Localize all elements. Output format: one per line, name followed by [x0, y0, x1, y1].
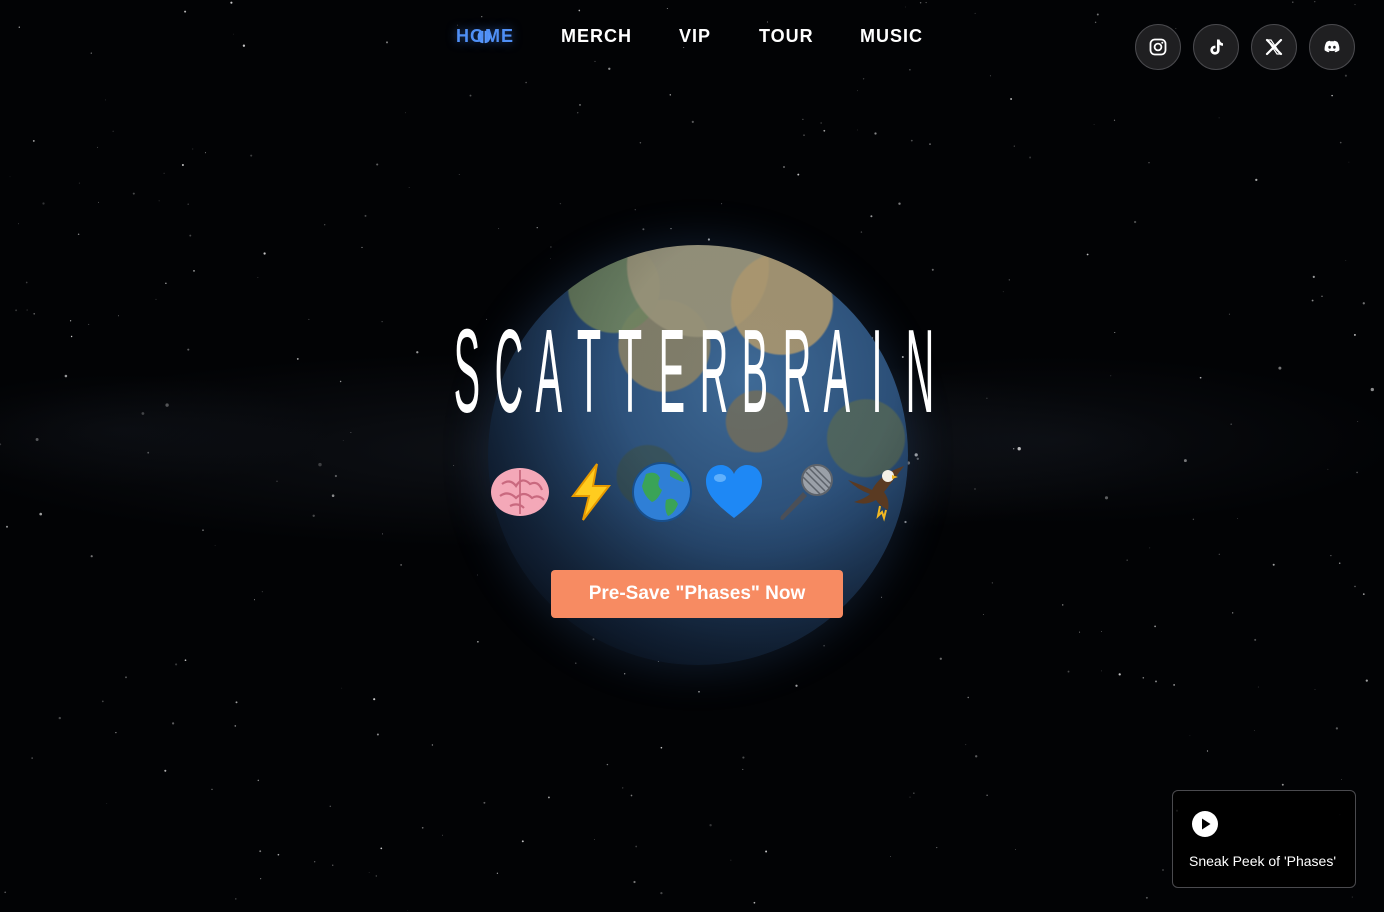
- instagram-button[interactable]: [1135, 24, 1181, 70]
- hero-title-letter: A: [823, 304, 850, 438]
- hero-title-letter: R: [700, 304, 729, 438]
- hero-title-letter: N: [905, 304, 935, 438]
- nav-home[interactable]: HOME: [456, 26, 514, 47]
- nav-tour[interactable]: TOUR: [759, 26, 814, 47]
- microphone-emoji-icon: [773, 460, 837, 524]
- globe-emoji-icon: [630, 460, 694, 524]
- hero-title-letter: C: [494, 304, 524, 438]
- discord-icon: [1324, 40, 1340, 53]
- hero-title-letter: B: [741, 304, 768, 438]
- x-button[interactable]: [1251, 24, 1297, 70]
- hero-title-letter: S: [453, 304, 481, 438]
- tiktok-icon: [1210, 39, 1223, 55]
- sneak-peek-label: Sneak Peek of 'Phases': [1189, 853, 1336, 869]
- lightning-emoji-icon: [559, 460, 623, 524]
- eagle-emoji-icon: [844, 460, 908, 524]
- nav-music[interactable]: MUSIC: [860, 26, 923, 47]
- emoji-row: [488, 458, 908, 526]
- pre-save-button[interactable]: Pre-Save "Phases" Now: [551, 570, 843, 618]
- hero-title-letter: R: [782, 304, 811, 438]
- blue-heart-emoji-icon: [702, 460, 766, 524]
- x-icon: [1265, 38, 1283, 56]
- social-links: [1135, 24, 1357, 70]
- hero-title-letter: I: [871, 304, 883, 438]
- sneak-peek-card[interactable]: Sneak Peek of 'Phases': [1172, 790, 1356, 888]
- tiktok-button[interactable]: [1193, 24, 1239, 70]
- hero-title-letter: T: [618, 304, 643, 438]
- brain-emoji-icon: [488, 460, 552, 524]
- discord-button[interactable]: [1309, 24, 1355, 70]
- hero-title: SCATTERBRAIN: [446, 312, 938, 444]
- hero-title-letter: A: [535, 304, 563, 438]
- nav-merch[interactable]: MERCH: [561, 26, 632, 47]
- hero-title-letter: T: [577, 304, 602, 438]
- play-icon[interactable]: [1191, 810, 1219, 838]
- hero-title-letter: E: [658, 304, 686, 438]
- instagram-icon: [1149, 38, 1167, 56]
- nav-vip[interactable]: VIP: [679, 26, 711, 47]
